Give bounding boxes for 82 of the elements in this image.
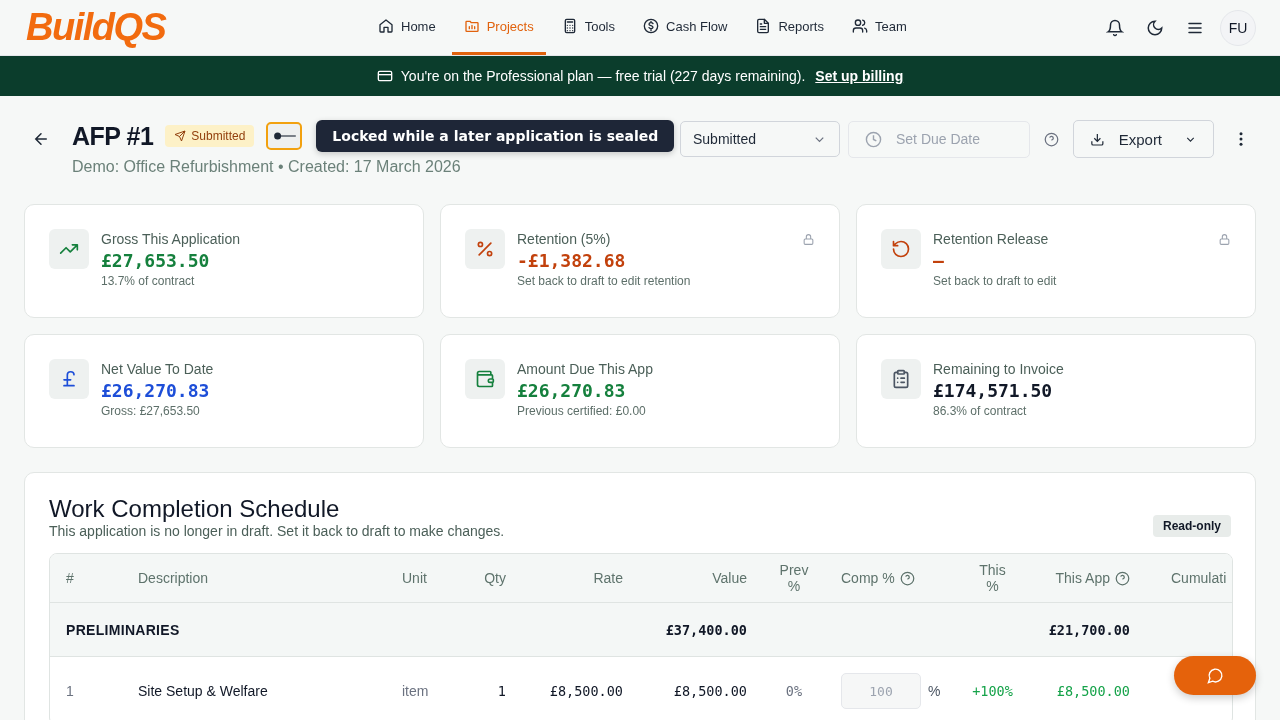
stat-value: £26,270.83 — [517, 380, 627, 401]
help-icon[interactable] — [899, 570, 915, 586]
help-icon[interactable] — [1044, 131, 1059, 147]
table-cell-text: £8,500.00 — [672, 683, 748, 699]
billing-link[interactable]: Set up billing — [815, 68, 904, 84]
trending-up-icon — [49, 229, 89, 269]
help-icon[interactable] — [1115, 570, 1130, 586]
bell-icon[interactable] — [1106, 18, 1124, 37]
stat-label: Retention (5%) — [517, 231, 612, 247]
status-badge: Submitted — [165, 125, 255, 147]
column-header: Value — [711, 570, 748, 586]
project-subtitle: Demo: Office Refurbishment • Created: 17 March 2026 — [72, 158, 461, 176]
credit-card-icon — [376, 68, 393, 84]
stat-value: £174,571.50 — [933, 380, 1054, 401]
section-subtitle: This application is no longer in draft. Set it back to draft to make changes. — [49, 523, 505, 539]
stat-note: Gross: £27,653.50 — [101, 404, 201, 418]
nav-link[interactable]: Home — [366, 0, 448, 55]
nav-link[interactable]: Team — [839, 0, 919, 55]
page-title: AFP #1 — [72, 121, 154, 151]
table-cell-text: Site Setup & Welfare — [137, 683, 269, 699]
lock-toggle[interactable] — [266, 122, 303, 150]
stat-value: -£1,382.68 — [517, 250, 627, 271]
stat-value: £26,270.83 — [101, 380, 211, 401]
stat-label: Retention Release — [933, 231, 1050, 247]
percent-unit: % — [928, 683, 941, 699]
stat-label: Amount Due This App — [517, 361, 653, 377]
people-icon — [851, 18, 868, 34]
table-cell-text: £8,500.00 — [548, 683, 624, 699]
table-cell-text: £37,400.00 — [664, 621, 748, 638]
table-cell-text: £21,700.00 — [1047, 621, 1131, 638]
status-dropdown[interactable]: Submitted — [680, 121, 840, 157]
export-button[interactable]: Export — [1073, 120, 1214, 158]
percent-icon — [465, 229, 505, 269]
column-header: Unit — [402, 570, 428, 586]
column-header: Comp % — [825, 570, 955, 586]
table-cell-text: 1 — [496, 683, 507, 699]
moon-icon[interactable] — [1146, 18, 1164, 37]
column-header: # — [65, 570, 75, 586]
table-cell-text: 1 — [65, 683, 75, 699]
stat-value: — — [933, 250, 945, 271]
column-header: Rate — [592, 570, 624, 586]
table-cell-text: +100% — [971, 683, 1014, 699]
stat-note: Previous certified: £0.00 — [517, 404, 647, 418]
table-cell-text: item — [402, 683, 430, 699]
stat-label: Remaining to Invoice — [933, 361, 1064, 377]
read-only-badge: Read-only — [1153, 515, 1231, 537]
stat-label: Net Value To Date — [101, 361, 214, 377]
nav-link[interactable]: Tools — [549, 0, 627, 55]
clock-icon — [865, 130, 882, 148]
dollar-icon — [643, 18, 659, 34]
stat-note: 13.7% of contract — [101, 274, 196, 288]
stat-note: 86.3% of contract — [933, 404, 1028, 418]
column-header: This % — [978, 562, 1007, 594]
column-header: Cumulati — [1170, 570, 1228, 586]
stat-value: £27,653.50 — [101, 250, 211, 271]
back-arrow-icon[interactable] — [32, 130, 50, 148]
wallet-icon — [465, 359, 505, 399]
chat-bubble-icon — [1206, 667, 1224, 684]
nav-link[interactable]: Reports — [743, 0, 836, 55]
column-header: Description — [137, 570, 210, 586]
column-header: Prev % — [778, 562, 810, 594]
pound-icon — [49, 359, 89, 399]
send-icon — [174, 130, 187, 142]
rotate-icon — [881, 229, 921, 269]
chat-button[interactable] — [1174, 656, 1256, 695]
plan-notice: You're on the Professional plan — free trial (227 days remaining). — [400, 68, 806, 84]
stat-note: Set back to draft to edit — [933, 274, 1057, 288]
clipboard-icon — [881, 359, 921, 399]
section-title: Work Completion Schedule — [49, 495, 341, 523]
column-header: Qty — [483, 570, 507, 586]
stat-note: Set back to draft to edit retention — [517, 274, 691, 288]
column-header: This App — [1030, 570, 1146, 586]
section-row-label: PRELIMINARIES — [65, 621, 181, 638]
user-avatar[interactable]: FU — [1220, 9, 1256, 46]
tooltip: Locked while a later application is sealed — [316, 120, 675, 152]
stat-label: Gross This Application — [101, 231, 241, 247]
document-icon — [755, 18, 772, 34]
nav-link[interactable]: Cash Flow — [631, 0, 740, 55]
table-cell-text: £8,500.00 — [1055, 683, 1131, 699]
table-cell-text: 0% — [784, 683, 804, 699]
folder-icon — [463, 18, 480, 34]
house-icon — [378, 18, 394, 34]
